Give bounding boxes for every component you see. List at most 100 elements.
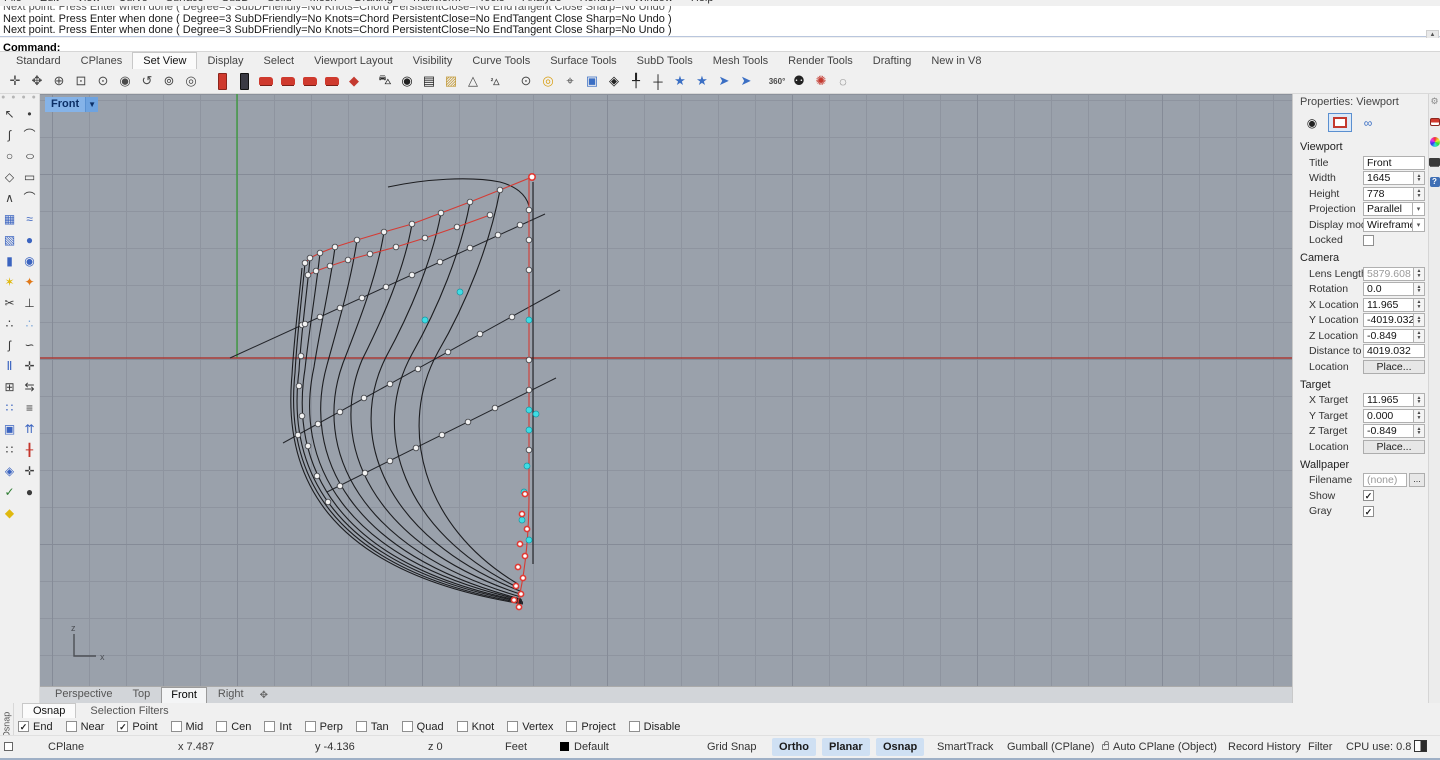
grid-array-icon[interactable]: ∷ [0,439,20,460]
distance-input[interactable]: 4019.032 [1363,344,1425,358]
pane-toggle-icon[interactable] [4,742,13,751]
toolbar-tab[interactable]: Surface Tools [540,53,626,69]
hull-wireframe[interactable]: z x [40,94,1292,686]
point-icon[interactable]: • [20,103,40,124]
walkabout-icon[interactable]: ⊙ [515,71,537,92]
rotate-view-icon[interactable]: ✥ [26,71,48,92]
camera-group-icon[interactable]: ▣ [581,71,603,92]
spinner[interactable] [1414,393,1425,407]
move-icon[interactable]: ✛ [20,355,40,376]
surface-icon[interactable]: ▦ [0,208,20,229]
viewport-tab[interactable]: Front [161,687,207,704]
osnap-option[interactable]: Tan [356,721,389,733]
spinner[interactable] [1414,329,1425,343]
show-checkbox[interactable] [1363,490,1374,501]
osnap-checkbox[interactable] [356,721,367,732]
record-history[interactable]: Record History [1228,741,1301,753]
osnap-checkbox[interactable] [171,721,182,732]
synchronize-views-icon[interactable]: ★ [669,71,691,92]
chevron-down-icon[interactable]: ▼ [85,97,98,112]
ortho-toggle[interactable]: Ortho [772,738,816,756]
lens-length-input[interactable]: 5879.608 [1363,267,1414,281]
osnap-option[interactable]: Near [66,721,105,733]
camera-icon[interactable]: ◉ [396,71,418,92]
menu-item[interactable]: Edit [40,0,59,4]
toolbar-tab[interactable]: Select [254,53,305,69]
osnap-option[interactable]: Cen [216,721,251,733]
locked-checkbox[interactable] [1363,235,1374,246]
gem-icon[interactable]: ◆ [0,502,20,523]
monitor-tab-icon[interactable] [1429,156,1440,167]
add-viewport-icon[interactable]: ✥ [255,690,273,701]
camera-elevate-icon[interactable]: ╀ [625,71,647,92]
pipe-icon[interactable]: ╂ [20,439,40,460]
window-split-icon[interactable] [1414,740,1427,752]
separator[interactable] [202,71,211,92]
osnap-option[interactable]: Vertex [507,721,553,733]
car-back-view-icon[interactable] [321,71,343,92]
sphere-icon[interactable]: ● [20,229,40,250]
rectangle-icon[interactable]: ▭ [20,166,40,187]
gumball-icon[interactable]: ✛ [20,460,40,481]
rotation-input[interactable]: 0.0 [1363,282,1414,296]
toolbar-tab[interactable]: Set View [132,52,197,69]
spinner[interactable] [1414,171,1425,185]
polygon-icon[interactable]: ◇ [0,166,20,187]
z-target-input[interactable]: -0.849 [1363,424,1414,438]
toolbar-tab[interactable]: Visibility [403,53,463,69]
zoom-dynamic-icon[interactable]: ⊕ [48,71,70,92]
osnap-option[interactable]: End [18,721,53,733]
viewport-title-dropdown[interactable]: Front ▼ [45,97,98,112]
height-input[interactable]: 778 [1363,187,1414,201]
status-cplane[interactable]: CPlane [48,741,84,753]
osnap-checkbox[interactable] [566,721,577,732]
osnap-checkbox[interactable] [18,721,29,732]
osnap-toggle[interactable]: Osnap [876,738,924,756]
car-perspective-view-icon[interactable]: ◆ [343,71,365,92]
command-history[interactable]: Next point. Press Enter when done ( Degr… [0,6,1440,37]
toolbar-tab[interactable]: Drafting [863,53,922,69]
projection-select[interactable]: Parallel [1363,202,1413,216]
osnap-checkbox[interactable] [457,721,468,732]
osnap-option[interactable]: Disable [629,721,681,733]
osnap-checkbox[interactable] [507,721,518,732]
menu-item[interactable]: Curve [118,0,147,4]
car-front-view-icon[interactable] [255,71,277,92]
fillet-surface-icon[interactable]: ✦ [20,271,40,292]
osnap-checkbox[interactable] [402,721,413,732]
osnap-option[interactable]: Mid [171,721,204,733]
pan-view-icon[interactable]: ✛ [4,71,26,92]
named-views-icon[interactable]: ▨ [440,71,462,92]
viewport-title[interactable]: Front [45,97,85,112]
osnap-checkbox[interactable] [216,721,227,732]
spinner[interactable] [1414,187,1425,201]
car-right-view-icon[interactable] [299,71,321,92]
boolean-icon[interactable]: ◉ [20,250,40,271]
camera-tripod-icon[interactable]: ┼ [647,71,669,92]
planar-toggle[interactable]: Planar [822,738,870,756]
menu-item[interactable]: Window [634,0,673,4]
curve-interp-icon[interactable]: ⌒ [20,124,40,145]
chevron-down-icon[interactable]: ▾ [1413,218,1425,232]
viewport-tab[interactable]: Perspective [46,687,121,704]
zoom-selected-icon[interactable]: ⊙ [92,71,114,92]
zoom-window-icon[interactable]: ⊡ [70,71,92,92]
menu-item[interactable]: Help [691,0,714,4]
toolbar-tab[interactable]: CPlanes [71,53,133,69]
link-properties-icon[interactable]: ∞ [1356,113,1380,132]
menu-item[interactable]: Tools [479,0,505,4]
walk-icon[interactable]: ⚉ [788,71,810,92]
separator[interactable] [757,71,766,92]
rotate-camera-icon[interactable]: ↺ [136,71,158,92]
box-icon[interactable]: ▧ [0,229,20,250]
status-units[interactable]: Feet [505,741,527,753]
auto-cplane-toggle[interactable]: Auto CPlane (Object) [1095,738,1224,756]
control-points[interactable] [295,187,532,505]
osnap-tab[interactable]: Selection Filters [80,704,178,718]
toolbar-tab[interactable]: New in V8 [921,53,991,69]
camera-place-button[interactable]: Place... [1363,360,1425,374]
curve-cp-icon[interactable]: ∫ [0,124,20,145]
selected-curves[interactable] [305,177,532,607]
solid-edit-icon[interactable]: ▣ [0,418,20,439]
y-target-input[interactable]: 0.000 [1363,409,1414,423]
